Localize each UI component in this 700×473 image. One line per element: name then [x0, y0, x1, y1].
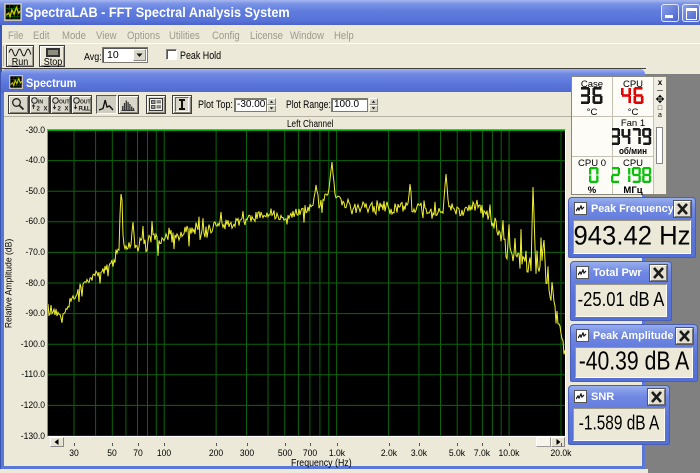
svg-text:2X: 2X: [37, 107, 48, 113]
svg-text:IN: IN: [38, 100, 43, 106]
svg-text:2X: 2X: [58, 107, 69, 113]
svg-text:FULL: FULL: [79, 107, 91, 113]
svg-text:OUT: OUT: [59, 100, 70, 106]
svg-text:OUT: OUT: [80, 100, 91, 106]
